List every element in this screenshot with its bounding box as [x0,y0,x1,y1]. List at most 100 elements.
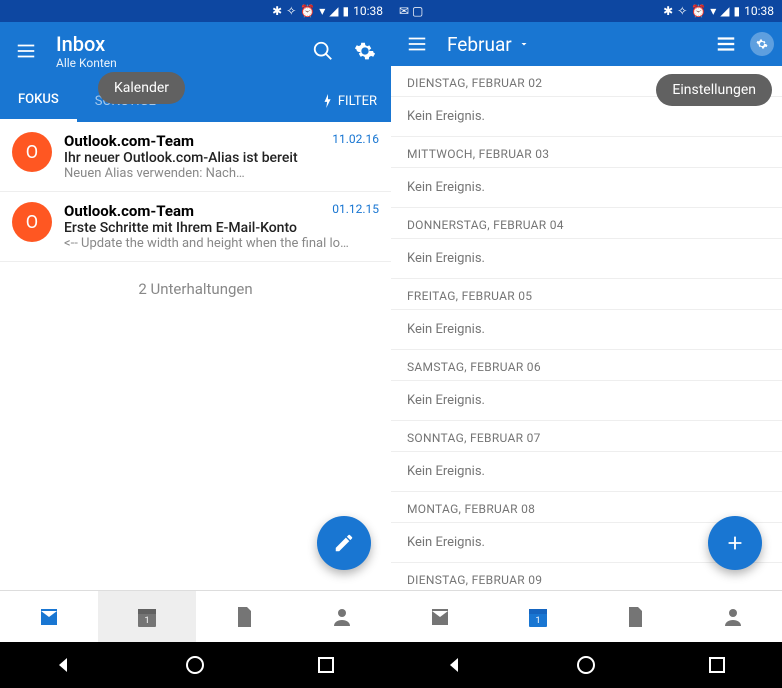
phone-calendar: ✉ ▢ ✱ ✧ ⏰ ▾ ◢ ▮ 10:38 Februar Einstellun… [391,0,782,688]
email-subject: Ihr neuer Outlook.com-Alias ist bereit [64,150,379,166]
conversation-count: 2 Unterhaltungen [0,262,391,316]
nav-calendar[interactable]: 1 [98,591,196,642]
app-bar: Inbox Alle Konten [0,22,391,80]
email-preview: Neuen Alias verwenden: Nach… [64,166,379,181]
signal-icon: ◢ [720,4,729,18]
day-header: MITTWOCH, FEBRUAR 03 [391,137,782,168]
tooltip-calendar: Kalender [98,72,185,104]
settings-button[interactable] [353,39,377,63]
list-icon [715,33,737,55]
tabs: FOKUS SONSTIGE FILTER Kalender [0,80,391,122]
person-icon [721,605,745,629]
back-button[interactable] [444,653,468,677]
gear-icon [756,33,768,55]
vibrate-icon: ✧ [677,4,687,18]
battery-icon: ▮ [734,4,741,18]
nav-people[interactable] [293,591,391,642]
page-title: Inbox [56,32,293,56]
nav-mail[interactable] [391,591,489,642]
mail-icon [37,605,61,629]
page-subtitle: Alle Konten [56,56,293,70]
add-event-fab[interactable] [708,516,762,570]
bottom-nav: 1 [391,590,782,642]
wifi-icon: ▾ [710,4,716,18]
svg-text:1: 1 [144,616,149,626]
alarm-icon: ⏰ [691,4,706,18]
menu-button[interactable] [14,39,38,63]
nav-files[interactable] [196,591,294,642]
nav-mail[interactable] [0,591,98,642]
menu-button[interactable] [405,32,429,56]
email-sender: Outlook.com-Team [64,132,194,150]
mail-notif-icon: ✉ ▢ [399,4,423,18]
alarm-icon: ⏰ [300,4,315,18]
system-nav [0,642,391,688]
nav-people[interactable] [684,591,782,642]
status-bar: ✉ ▢ ✱ ✧ ⏰ ▾ ◢ ▮ 10:38 [391,0,782,22]
person-icon [330,605,354,629]
bottom-nav: 1 [0,590,391,642]
day-header: DONNERSTAG, FEBRUAR 04 [391,208,782,239]
mail-icon [428,605,452,629]
signal-icon: ◢ [329,4,338,18]
home-button[interactable] [183,653,207,677]
bluetooth-icon: ✱ [272,4,282,18]
pencil-icon [333,532,355,554]
hamburger-icon [406,33,428,55]
no-event: Kein Ereignis. [391,168,782,208]
no-event: Kein Ereignis. [391,239,782,279]
recent-button[interactable] [705,653,729,677]
day-header: SAMSTAG, FEBRUAR 06 [391,350,782,381]
no-event: Kein Ereignis. [391,452,782,492]
email-item[interactable]: O Outlook.com-Team 11.02.16 Ihr neuer Ou… [0,122,391,192]
hamburger-icon [15,40,37,62]
chevron-down-icon [518,38,530,50]
vibrate-icon: ✧ [286,4,296,18]
status-time: 10:38 [744,4,774,18]
compose-fab[interactable] [317,516,371,570]
recent-button[interactable] [314,653,338,677]
month-title: Februar [447,33,512,56]
back-button[interactable] [53,653,77,677]
app-bar: Februar Einstellungen [391,22,782,66]
wifi-icon: ▾ [319,4,325,18]
day-header: SONNTAG, FEBRUAR 07 [391,421,782,452]
nav-files[interactable] [587,591,685,642]
svg-text:1: 1 [535,616,540,626]
plus-icon [724,532,746,554]
bluetooth-icon: ✱ [663,4,673,18]
day-header: FREITAG, FEBRUAR 05 [391,279,782,310]
view-toggle-button[interactable] [714,32,738,56]
calendar-icon: 1 [526,605,550,629]
search-icon [312,40,334,62]
email-preview: <-- Update the width and height when the… [64,236,379,251]
home-button[interactable] [574,653,598,677]
email-sender: Outlook.com-Team [64,202,194,220]
gear-icon [354,40,376,62]
search-button[interactable] [311,39,335,63]
email-body: Outlook.com-Team 01.12.15 Erste Schritte… [64,202,379,251]
system-nav [391,642,782,688]
email-body: Outlook.com-Team 11.02.16 Ihr neuer Outl… [64,132,379,181]
file-icon [623,605,647,629]
tooltip-settings: Einstellungen [656,74,772,106]
calendar-list[interactable]: DIENSTAG, FEBRUAR 02 Kein Ereignis. MITT… [391,66,782,590]
tab-focus[interactable]: FOKUS [0,80,77,122]
battery-icon: ▮ [343,4,350,18]
lightning-icon [322,94,334,108]
filter-button[interactable]: FILTER [308,94,391,109]
avatar: O [12,202,52,242]
title-block: Inbox Alle Konten [56,32,293,70]
filter-label: FILTER [338,94,377,109]
status-bar: ✱ ✧ ⏰ ▾ ◢ ▮ 10:38 [0,0,391,22]
email-subject: Erste Schritte mit Ihrem E-Mail-Konto [64,220,379,236]
calendar-icon: 1 [135,605,159,629]
no-event: Kein Ereignis. [391,381,782,421]
email-date: 01.12.15 [332,202,379,220]
status-time: 10:38 [353,4,383,18]
email-date: 11.02.16 [332,132,379,150]
nav-calendar[interactable]: 1 [489,591,587,642]
settings-button[interactable] [750,32,774,56]
email-item[interactable]: O Outlook.com-Team 01.12.15 Erste Schrit… [0,192,391,262]
month-dropdown[interactable]: Februar [447,33,530,56]
